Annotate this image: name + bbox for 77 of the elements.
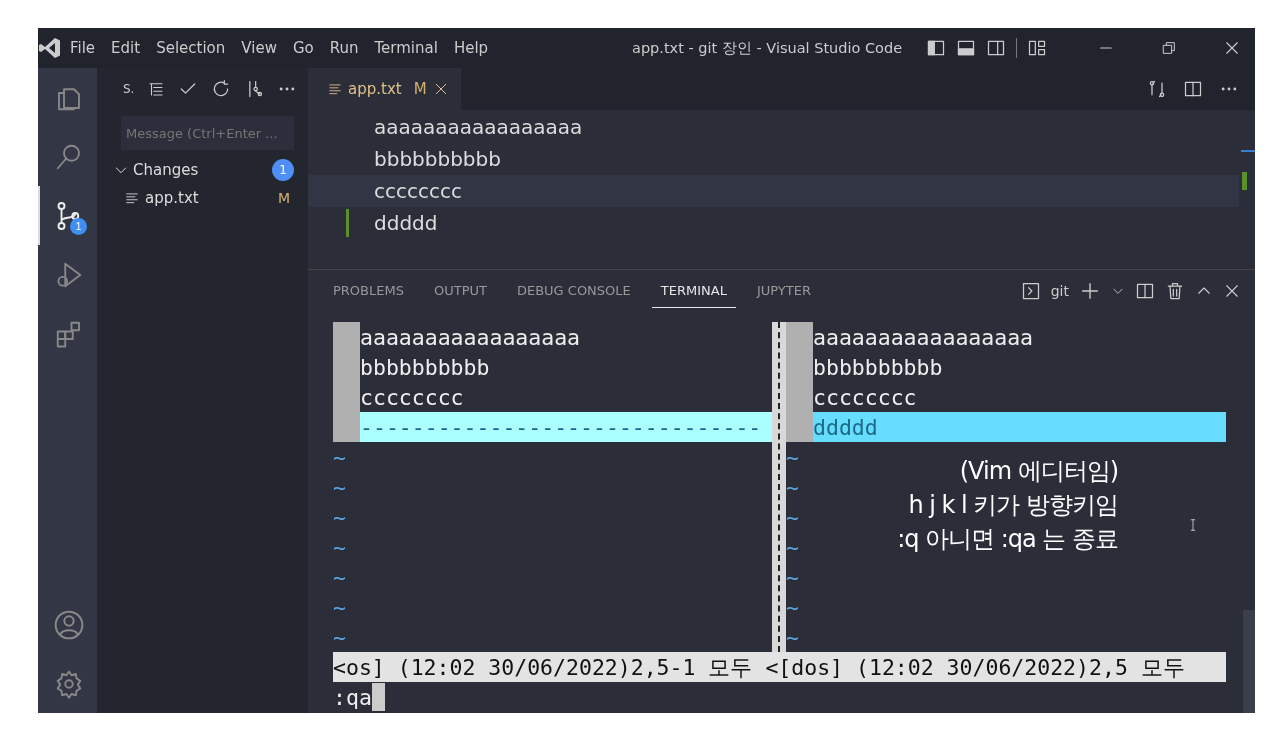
commit-message-field[interactable]: Message (Ctrl+Enter ...: [121, 116, 294, 150]
overview-change-mark: [1242, 172, 1247, 190]
empty-line-tilde: ~: [786, 444, 799, 470]
panel-tab[interactable]: DEBUG CONSOLE: [507, 274, 640, 308]
vim-command: :qa: [333, 684, 372, 710]
ruler-mark: [1241, 150, 1255, 152]
file-name[interactable]: app.txt: [145, 189, 199, 207]
shell-label[interactable]: git: [1050, 283, 1069, 299]
empty-line-tilde: ~: [786, 564, 799, 590]
sign-column: [786, 412, 813, 442]
editor-tab[interactable]: app.txt M: [308, 68, 461, 110]
vim-line: aaaaaaaaaaaaaaaaa: [813, 323, 1034, 352]
vim-line: bbbbbbbbbb: [360, 353, 490, 382]
close-icon[interactable]: [1223, 282, 1241, 300]
empty-line-tilde: ~: [333, 444, 346, 470]
sidebar-title: S.: [123, 82, 135, 96]
toggle-panel-icon[interactable]: [956, 38, 976, 58]
text-file-icon: [125, 191, 139, 205]
menu-item[interactable]: Go: [284, 39, 322, 57]
scrollbar-thumb[interactable]: [1243, 610, 1255, 713]
caption-line: h j k l 키가 방향키임: [907, 490, 1118, 521]
empty-line-tilde: ~: [333, 624, 346, 650]
vim-line: bbbbbbbbbb: [813, 353, 943, 382]
tree-view-icon[interactable]: [147, 80, 166, 98]
terminal-icon[interactable]: [1020, 281, 1041, 301]
empty-line-tilde: ~: [333, 594, 346, 620]
empty-line-tilde: ~: [786, 624, 799, 650]
menu-item[interactable]: Selection: [148, 39, 234, 57]
menu-item[interactable]: View: [233, 39, 285, 57]
trash-icon[interactable]: [1165, 281, 1185, 301]
code-line: ddddd: [374, 211, 438, 235]
panel-tab[interactable]: OUTPUT: [424, 274, 496, 308]
close-icon[interactable]: [1223, 39, 1241, 57]
empty-line-tilde: ~: [786, 534, 799, 560]
split-editor-icon[interactable]: [1183, 79, 1203, 99]
empty-line-tilde: ~: [786, 504, 799, 530]
count-badge: 1: [272, 159, 294, 181]
empty-line-tilde: ~: [333, 504, 346, 530]
vscode-logo-icon: [38, 36, 62, 60]
account-icon[interactable]: [52, 608, 85, 641]
text-cursor: [371, 683, 385, 711]
status-letter: M: [277, 190, 290, 206]
panel-tab[interactable]: TERMINAL: [651, 274, 736, 308]
changes-label[interactable]: Changes: [133, 161, 199, 179]
compare-changes-icon[interactable]: [1147, 79, 1167, 99]
vim-line: cccccccc: [813, 383, 917, 412]
split-terminal-icon[interactable]: [1135, 281, 1155, 301]
vim-line: cccccccc: [360, 383, 464, 412]
sign-column: [333, 412, 360, 442]
panel-tab[interactable]: PROBLEMS: [324, 274, 413, 308]
empty-line-tilde: ~: [786, 474, 799, 500]
empty-line-tilde: ~: [333, 564, 346, 590]
text-file-icon: [328, 82, 342, 96]
empty-line-tilde: ~: [786, 594, 799, 620]
code-line: cccccccc: [374, 179, 462, 203]
menu-item[interactable]: File: [62, 39, 104, 57]
sign-column: [333, 322, 360, 352]
customize-layout-icon[interactable]: [1027, 38, 1047, 58]
menu-item[interactable]: Edit: [103, 39, 149, 57]
panel-tab[interactable]: JUPYTER: [747, 274, 820, 308]
menu-item[interactable]: Run: [321, 39, 367, 57]
plus-icon[interactable]: [1079, 280, 1101, 302]
vim-line: aaaaaaaaaaaaaaaaa: [360, 323, 581, 352]
window-title: app.txt - git 장인 - Visual Studio Code: [632, 38, 903, 58]
badge: 1: [70, 218, 87, 235]
toggle-secondary-sidebar-icon[interactable]: [986, 38, 1006, 58]
sign-column: [786, 322, 813, 352]
toggle-sidebar-icon[interactable]: [926, 38, 946, 58]
empty-line-tilde: ~: [333, 474, 346, 500]
restore-icon[interactable]: [1161, 40, 1177, 56]
code-line: aaaaaaaaaaaaaaaaa: [374, 115, 583, 139]
caption-line: (Vim 에디터임): [958, 456, 1118, 487]
menu-item[interactable]: Help: [445, 39, 497, 57]
menu-item[interactable]: Terminal: [366, 39, 446, 57]
code-line: bbbbbbbbbb: [374, 147, 501, 171]
caption-line: :q 아니면 :qa 는 종료: [897, 524, 1118, 555]
empty-line-tilde: ~: [333, 534, 346, 560]
